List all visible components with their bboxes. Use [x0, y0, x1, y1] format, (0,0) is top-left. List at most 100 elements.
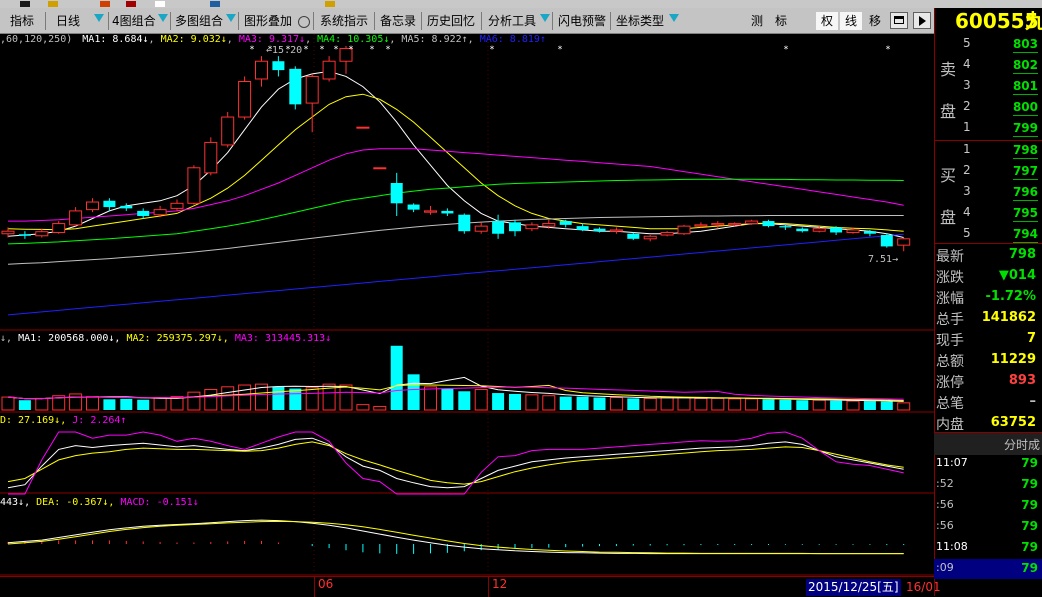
buy-label: 买 — [940, 166, 957, 185]
high-annotation: ←15.20 — [266, 45, 303, 56]
sell-price[interactable]: 803 — [1013, 37, 1038, 51]
candle-body — [120, 205, 133, 209]
candle-body — [238, 81, 252, 118]
volume-bar — [863, 401, 876, 410]
toolbar-item-coord[interactable]: 坐标类型 — [616, 11, 664, 31]
volume-bar — [677, 397, 691, 411]
candle-body — [576, 226, 589, 230]
tick-price: 79 — [1021, 456, 1038, 470]
chevron-down-icon[interactable] — [669, 14, 679, 22]
quote-value: ▼014 — [998, 268, 1036, 283]
volume-bar — [86, 396, 99, 411]
candle-body — [272, 61, 285, 71]
toolbar-icon[interactable] — [126, 1, 136, 7]
quote-label: 总笔 — [936, 396, 964, 412]
tick-price: 79 — [1021, 498, 1038, 512]
candle-body — [153, 209, 167, 216]
volume-bar — [373, 405, 387, 411]
toolbar-item-alert[interactable]: 闪电预警 — [558, 11, 606, 31]
candle-body — [305, 75, 319, 104]
tick-time: 11:07 — [936, 456, 968, 469]
toolbar-measure-button[interactable]: 测 — [746, 12, 768, 30]
price-underline — [1013, 179, 1038, 180]
volume-bar — [492, 393, 505, 410]
legend-ma2: MA2: 9.032↓ — [160, 34, 227, 45]
toolbar-rights-button[interactable]: 权 — [816, 12, 838, 30]
volume-bar — [69, 393, 83, 411]
toolbar-item-overlay[interactable]: 图形叠加 — [244, 11, 292, 31]
sell-price[interactable]: 801 — [1013, 79, 1038, 93]
order-level: 5 — [963, 226, 971, 240]
chevron-down-icon[interactable] — [158, 14, 168, 22]
candle-body — [103, 200, 116, 208]
candle-body — [170, 202, 184, 209]
toolbar-item-4chart[interactable]: 4图组合 — [112, 11, 156, 31]
candle-body — [204, 141, 218, 174]
play-icon[interactable] — [913, 12, 931, 29]
legend-ma1: MA1: 8.684↓ — [82, 34, 149, 45]
toolbar-separator — [610, 12, 611, 30]
toolbar-icon[interactable] — [325, 1, 335, 7]
quote-label: 最新 — [936, 249, 964, 265]
candle-body — [542, 223, 556, 227]
app-icon[interactable] — [20, 1, 30, 7]
buy-price[interactable]: 798 — [1013, 143, 1038, 157]
price-underline — [1013, 221, 1038, 222]
sell-price[interactable]: 802 — [1013, 58, 1038, 72]
volume-bar — [609, 397, 623, 411]
chevron-down-icon[interactable] — [540, 14, 550, 22]
toolbar-item-system[interactable]: 系统指示 — [320, 11, 368, 31]
volume-bar — [120, 398, 133, 410]
buy-price[interactable]: 797 — [1013, 164, 1038, 178]
price-underline — [1013, 115, 1038, 116]
candle-body — [187, 167, 201, 204]
buy-price[interactable]: 795 — [1013, 206, 1038, 220]
chevron-down-icon[interactable] — [94, 14, 104, 22]
toolbar-mark-button[interactable]: 标 — [770, 12, 792, 30]
toolbar-icon[interactable] — [210, 1, 220, 7]
toolbar-item-period[interactable]: 日线 — [56, 11, 80, 31]
candle-body — [289, 68, 302, 105]
chevron-down-icon[interactable] — [226, 14, 236, 22]
toolbar-item-history[interactable]: 历史回忆 — [427, 11, 475, 31]
order-level: 2 — [963, 99, 971, 113]
toolbar-separator — [45, 12, 46, 30]
candle-body — [1, 230, 15, 235]
volume-bar — [643, 397, 657, 411]
sell-price[interactable]: 800 — [1013, 100, 1038, 114]
sell-label: 盘 — [940, 102, 957, 121]
tick-header: 分时成 — [934, 432, 1042, 455]
window-icon[interactable] — [890, 12, 908, 29]
volume-bar — [289, 388, 302, 410]
kline-chart[interactable]: * * * * * * * * * * * * * — [0, 34, 934, 596]
price-underline — [1013, 94, 1038, 95]
candle-body — [593, 228, 606, 232]
volume-bar — [356, 404, 370, 411]
toolbar-item-memo[interactable]: 备忘录 — [380, 11, 416, 31]
toolbar-icon[interactable] — [48, 1, 58, 7]
toolbar-move-button[interactable]: 移 — [864, 12, 886, 30]
volume-bar — [35, 397, 49, 411]
overlay-icon[interactable] — [298, 16, 310, 28]
toolbar-item-multichart[interactable]: 多图组合 — [175, 11, 223, 31]
toolbar-icon[interactable] — [100, 1, 110, 7]
toolbar-line-button[interactable]: 线 — [840, 12, 862, 30]
volume-bar — [796, 400, 809, 410]
date-tick-12: 12 — [492, 577, 508, 591]
volume-bar — [424, 386, 437, 411]
quote-label: 总额 — [936, 354, 964, 370]
sell-price[interactable]: 799 — [1013, 121, 1038, 135]
buy-price[interactable]: 794 — [1013, 227, 1038, 241]
toolbar-item-indicator[interactable]: 指标 — [10, 11, 34, 31]
quote-label: 涨跌 — [936, 270, 964, 286]
low-annotation: 7.51→ — [868, 254, 899, 265]
volume-bar — [762, 399, 775, 410]
candle-body — [677, 225, 691, 235]
tick-time: :09 — [936, 561, 954, 574]
toolbar-separator — [170, 12, 171, 30]
toolbar-item-analysis[interactable]: 分析工具 — [488, 11, 536, 31]
toolbar-icon[interactable] — [155, 1, 165, 7]
buy-price[interactable]: 796 — [1013, 185, 1038, 199]
candle-body — [424, 210, 437, 213]
volume-bar — [846, 400, 860, 411]
